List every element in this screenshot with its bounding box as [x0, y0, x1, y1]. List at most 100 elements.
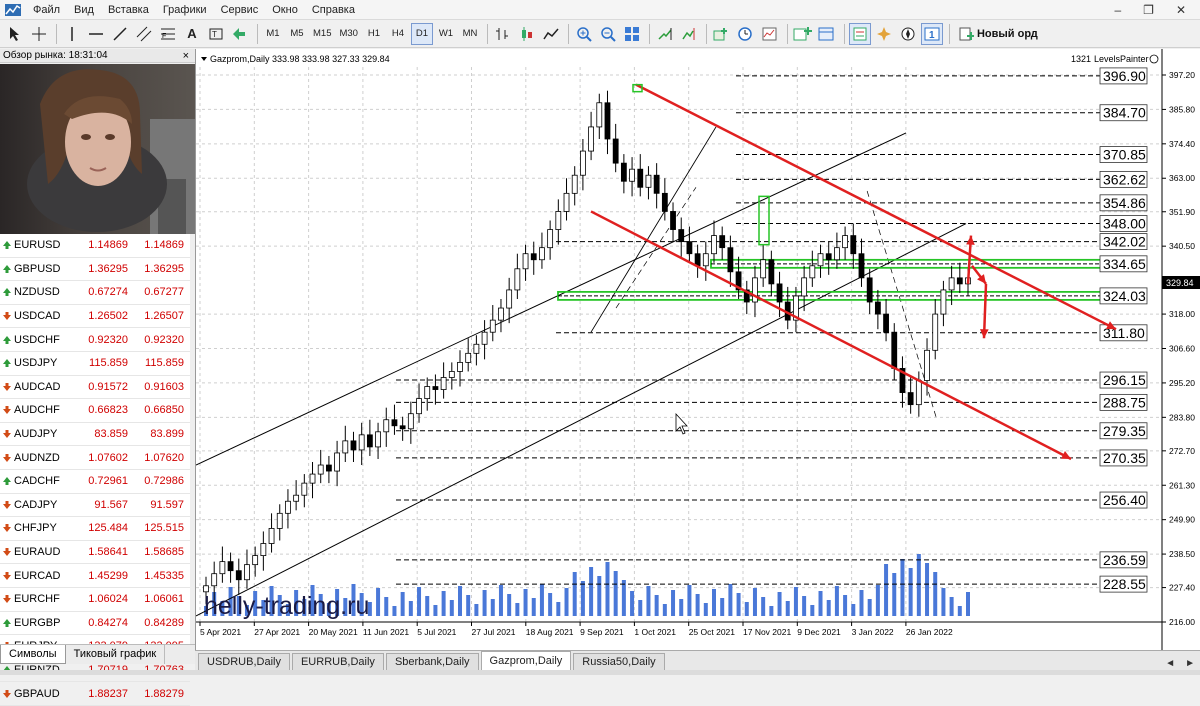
symbol-row[interactable]: EURCHF 1.06024 1.06061	[0, 588, 190, 612]
timeframe-m15[interactable]: M15	[310, 23, 334, 45]
chart-tab-russia50[interactable]: Russia50,Daily	[573, 653, 665, 671]
timeframe-mn[interactable]: MN	[459, 23, 481, 45]
symbol-row[interactable]: USDCAD 1.26502 1.26507	[0, 305, 190, 329]
timeframe-m30[interactable]: M30	[336, 23, 360, 45]
chart-tab-usdrub[interactable]: USDRUB,Daily	[198, 653, 290, 671]
menu-help[interactable]: Справка	[305, 4, 362, 16]
symbol-row[interactable]: EURAUD 1.58641 1.58685	[0, 541, 190, 565]
close-icon[interactable]: ✕	[1176, 3, 1186, 17]
price-tick-label: 374.40	[1169, 139, 1195, 149]
cursor-tool-icon[interactable]	[4, 23, 26, 45]
indicators-icon[interactable]	[711, 23, 733, 45]
restore-icon[interactable]: ❐	[1143, 3, 1154, 17]
timeframe-m1[interactable]: M1	[262, 23, 284, 45]
volume-bar	[810, 605, 815, 616]
webcam-overlay	[0, 64, 195, 234]
timeframe-m5[interactable]: M5	[286, 23, 308, 45]
label-tool-icon[interactable]: T	[205, 23, 227, 45]
symbol-row[interactable]: CHFJPY 125.484 125.515	[0, 517, 190, 541]
symbol-name: GBPUSD	[14, 262, 61, 275]
vertical-line-icon[interactable]	[61, 23, 83, 45]
symbol-bid: 1.14869	[88, 239, 128, 252]
symbol-row[interactable]: EURGBP 0.84274 0.84289	[0, 612, 190, 636]
shapes-dropdown-icon[interactable]	[229, 23, 251, 45]
symbol-row[interactable]: GBPUSD 1.36295 1.36295	[0, 258, 190, 282]
timeframe-h4[interactable]: H4	[387, 23, 409, 45]
symbol-row[interactable]: USDCHF 0.92320 0.92320	[0, 328, 190, 352]
symbol-ask: 0.84289	[144, 616, 184, 629]
symbol-bid: 1.36295	[88, 262, 128, 275]
tab-scroll-right-icon[interactable]: ►	[1185, 658, 1195, 669]
chart-tab-gazprom[interactable]: Gazprom,Daily	[480, 651, 572, 671]
symbol-row[interactable]: EURUSD 1.14869 1.14869	[0, 234, 190, 258]
volume-bar	[769, 606, 774, 616]
crosshair-icon[interactable]	[28, 23, 50, 45]
tab-symbols[interactable]: Символы	[0, 645, 66, 664]
periods-clock-icon[interactable]	[735, 23, 757, 45]
symbol-row[interactable]: CADJPY 91.567 91.597	[0, 494, 190, 518]
menu-window[interactable]: Окно	[265, 4, 305, 16]
price-chart[interactable]: 396.90 384.70 370.85 362.62 354.86 348.00 342.…	[195, 49, 1200, 650]
volume-bar	[834, 586, 839, 616]
symbol-bid: 0.66823	[88, 404, 128, 417]
price-tick-label: 283.80	[1169, 412, 1195, 422]
menu-file[interactable]: Файл	[26, 4, 67, 16]
new-order-button[interactable]: Новый орд	[954, 23, 1042, 45]
symbol-row[interactable]: EURCAD 1.45299 1.45335	[0, 564, 190, 588]
terminal-icon[interactable]: 1	[920, 22, 943, 45]
line-chart-icon[interactable]	[540, 23, 562, 45]
time-tick-label: 9 Sep 2021	[580, 627, 624, 637]
level-label: 279.35	[1103, 423, 1146, 439]
autoscroll-icon[interactable]	[654, 23, 676, 45]
price-tick-label: 385.80	[1169, 104, 1195, 114]
zoom-in-icon[interactable]	[573, 23, 595, 45]
svg-text:F: F	[162, 33, 166, 40]
market-watch-icon[interactable]	[848, 22, 871, 45]
symbol-row[interactable]: AUDJPY 83.859 83.899	[0, 423, 190, 447]
close-icon[interactable]: ×	[183, 49, 189, 63]
volume-bar	[523, 589, 528, 616]
down-arrow-icon	[0, 523, 14, 533]
chart-tab-eurrub[interactable]: EURRUB,Daily	[291, 653, 384, 671]
symbol-row[interactable]: AUDNZD 1.07602 1.07620	[0, 446, 190, 470]
templates-icon[interactable]	[759, 23, 781, 45]
market-watch-list: EURUSD 1.14869 1.14869 GBPUSD 1.36295 1.36295…	[0, 234, 190, 706]
tab-scroll-left-icon[interactable]: ◄	[1165, 658, 1175, 669]
chart-shift-icon[interactable]	[678, 23, 700, 45]
symbol-row[interactable]: AUDCHF 0.66823 0.66850	[0, 399, 190, 423]
timeframe-h1[interactable]: H1	[363, 23, 385, 45]
price-tick-label: 227.40	[1169, 583, 1195, 593]
menu-view[interactable]: Вид	[67, 4, 101, 16]
navigator-icon[interactable]	[897, 23, 919, 45]
horizontal-line-icon[interactable]	[85, 23, 107, 45]
data-window-icon[interactable]	[873, 23, 895, 45]
zoom-out-icon[interactable]	[597, 23, 619, 45]
menu-charts[interactable]: Графики	[156, 4, 214, 16]
timeframe-d1[interactable]: D1	[410, 22, 433, 45]
timeframe-w1[interactable]: W1	[435, 23, 457, 45]
symbol-row[interactable]: NZDUSD 0.67274 0.67277	[0, 281, 190, 305]
symbol-bid: 125.484	[88, 522, 128, 535]
minimize-icon[interactable]: –	[1114, 3, 1121, 17]
symbol-name: GBPAUD	[14, 687, 60, 700]
trendline-icon[interactable]	[109, 23, 131, 45]
candlestick-icon[interactable]	[516, 23, 538, 45]
volume-bar	[720, 598, 725, 616]
chart-window[interactable]: 396.90 384.70 370.85 362.62 354.86 348.00 342.…	[195, 49, 1200, 650]
new-chart-icon[interactable]	[792, 23, 814, 45]
svg-text:1: 1	[929, 30, 935, 41]
symbol-row[interactable]: AUDCAD 0.91572 0.91603	[0, 376, 190, 400]
fibonacci-icon[interactable]: F	[157, 23, 179, 45]
menu-insert[interactable]: Вставка	[101, 4, 156, 16]
channel-icon[interactable]	[133, 23, 155, 45]
chart-tab-sberbank[interactable]: Sberbank,Daily	[385, 653, 479, 671]
symbol-row[interactable]: GBPAUD 1.88237 1.88279	[0, 682, 190, 706]
symbol-row[interactable]: USDJPY 115.859 115.859	[0, 352, 190, 376]
bar-chart-icon[interactable]	[492, 23, 514, 45]
symbol-row[interactable]: CADCHF 0.72961 0.72986	[0, 470, 190, 494]
menu-tools[interactable]: Сервис	[214, 4, 266, 16]
tab-tick-chart[interactable]: Тиковый график	[66, 645, 166, 664]
text-tool-icon[interactable]: A	[181, 23, 203, 45]
tile-windows-icon[interactable]	[621, 23, 643, 45]
profiles-icon[interactable]	[816, 23, 838, 45]
